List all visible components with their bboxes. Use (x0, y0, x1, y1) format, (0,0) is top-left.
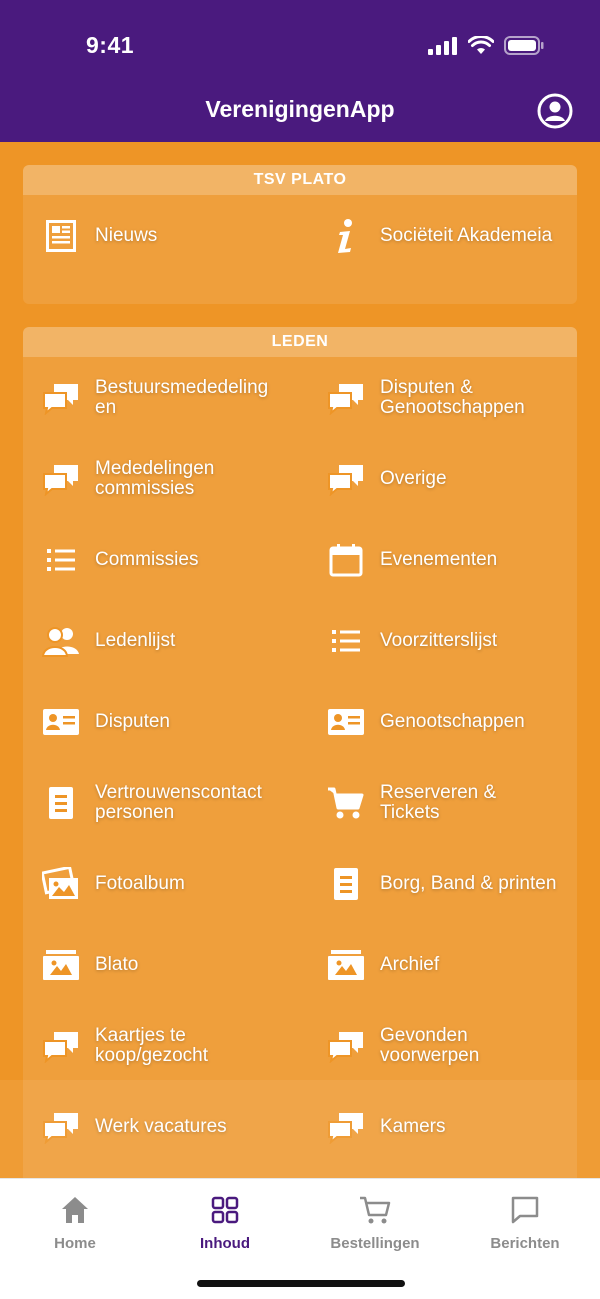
photos-icon (41, 864, 81, 904)
tab-inhoud[interactable]: Inhoud (150, 1193, 300, 1252)
tab-bar: Home Inhoud Bestellingen Berichten (0, 1178, 600, 1299)
user-circle-icon (537, 93, 573, 129)
menu-item[interactable]: Disputen & Genootschappen (308, 357, 577, 438)
document-icon (326, 864, 366, 904)
list-icon (326, 621, 366, 661)
chat-bubbles-icon (41, 1026, 81, 1066)
cart-icon (326, 783, 366, 823)
menu-item-label: Vertrouwenscontact personen (95, 781, 262, 823)
message-icon (511, 1196, 539, 1224)
cart-outline-icon (360, 1196, 391, 1224)
wifi-icon (468, 36, 494, 54)
tab-label: Home (54, 1235, 96, 1252)
menu-item-label: Commissies (95, 548, 199, 570)
content-area[interactable]: TSV PLATO Nieuws Sociëteit Akademeia LEDE… (0, 142, 600, 1178)
section-header: LEDEN (23, 327, 577, 357)
users-icon (41, 621, 81, 661)
home-indicator (197, 1280, 405, 1287)
menu-item-label: Mededelingen commissies (95, 457, 215, 499)
menu-item-label: Ledenlijst (95, 629, 176, 651)
section-leden: LEDEN Bestuursmededeling en Disputen & Geno… (23, 327, 577, 1178)
menu-item[interactable]: Voorzitterslijst (308, 600, 577, 681)
menu-item-label: Blato (95, 953, 139, 975)
menu-item[interactable]: Commissies (23, 519, 308, 600)
home-icon (62, 1197, 88, 1223)
section-header: TSV PLATO (23, 165, 577, 195)
menu-item-label: Disputen (95, 710, 170, 732)
chat-bubbles-icon (326, 1026, 366, 1066)
menu-item[interactable]: Kaartjes te koop/gezocht (23, 1005, 308, 1086)
tab-label: Berichten (490, 1235, 560, 1252)
menu-item-label: Gevonden voorwerpen (380, 1024, 480, 1066)
tab-berichten[interactable]: Berichten (450, 1193, 600, 1252)
menu-item-label: Borg, Band & printen (380, 872, 557, 894)
status-time: 9:41 (86, 32, 135, 58)
tab-label: Inhoud (200, 1235, 250, 1252)
newspaper-icon (41, 216, 81, 256)
chat-bubbles-icon (326, 378, 366, 418)
menu-item-label: Voorzitterslijst (380, 629, 498, 651)
list-icon (41, 540, 81, 580)
archive-icon (326, 945, 366, 985)
chat-bubbles-icon (326, 459, 366, 499)
archive-icon (41, 945, 81, 985)
grid-icon (211, 1196, 239, 1224)
app-header: 9:41 VerenigingenApp (0, 0, 600, 142)
account-button[interactable] (537, 93, 573, 129)
menu-item[interactable]: Ledenlijst (23, 600, 308, 681)
menu-item-label: Archief (380, 953, 440, 975)
id-card-icon (41, 702, 81, 742)
menu-item-label: Kaartjes te koop/gezocht (95, 1024, 209, 1066)
section-grid: Nieuws Sociëteit Akademeia (23, 195, 577, 276)
menu-item-label: Reserveren & Tickets (380, 781, 497, 823)
menu-item[interactable]: Mededelingen commissies (23, 438, 308, 519)
menu-item-label: Genootschappen (380, 710, 525, 732)
tab-bestellingen[interactable]: Bestellingen (300, 1193, 450, 1252)
document-icon (41, 783, 81, 823)
menu-item[interactable]: Gevonden voorwerpen (308, 1005, 577, 1086)
menu-item-label: Sociëteit Akademeia (380, 224, 553, 246)
menu-item[interactable]: Fotoalbum (23, 843, 308, 924)
menu-item[interactable]: Nieuws (23, 195, 308, 276)
menu-item[interactable]: Borg, Band & printen (308, 843, 577, 924)
calendar-icon (326, 540, 366, 580)
menu-item-label: Overige (380, 467, 447, 489)
menu-item[interactable]: Vertrouwenscontact personen (23, 762, 308, 843)
signal-icon (428, 36, 457, 55)
tab-home[interactable]: Home (0, 1193, 150, 1252)
menu-item[interactable]: Evenementen (308, 519, 577, 600)
scroll-fade (0, 1080, 600, 1178)
app-title: VerenigingenApp (205, 96, 395, 122)
menu-item[interactable]: Sociëteit Akademeia (308, 195, 577, 276)
menu-item-label: Nieuws (95, 224, 158, 246)
info-icon (326, 216, 366, 256)
status-icons (428, 36, 544, 55)
menu-item[interactable]: Bestuursmededeling en (23, 357, 308, 438)
tab-label: Bestellingen (330, 1235, 420, 1252)
chat-bubbles-icon (41, 459, 81, 499)
chat-bubbles-icon (41, 378, 81, 418)
menu-item[interactable]: Archief (308, 924, 577, 1005)
menu-item-label: Bestuursmededeling en (95, 376, 269, 418)
menu-item[interactable]: Blato (23, 924, 308, 1005)
section-tsv-plato: TSV PLATO Nieuws Sociëteit Akademeia (23, 165, 577, 304)
menu-item[interactable]: Reserveren & Tickets (308, 762, 577, 843)
section-grid: Bestuursmededeling en Disputen & Genootscha… (23, 357, 577, 1167)
battery-icon (504, 36, 544, 55)
menu-item-label: Evenementen (380, 548, 498, 570)
menu-item[interactable]: Genootschappen (308, 681, 577, 762)
menu-item[interactable]: Disputen (23, 681, 308, 762)
menu-item-label: Fotoalbum (95, 872, 185, 894)
menu-item[interactable]: Overige (308, 438, 577, 519)
id-card-icon (326, 702, 366, 742)
menu-item-label: Disputen & Genootschappen (380, 376, 525, 418)
